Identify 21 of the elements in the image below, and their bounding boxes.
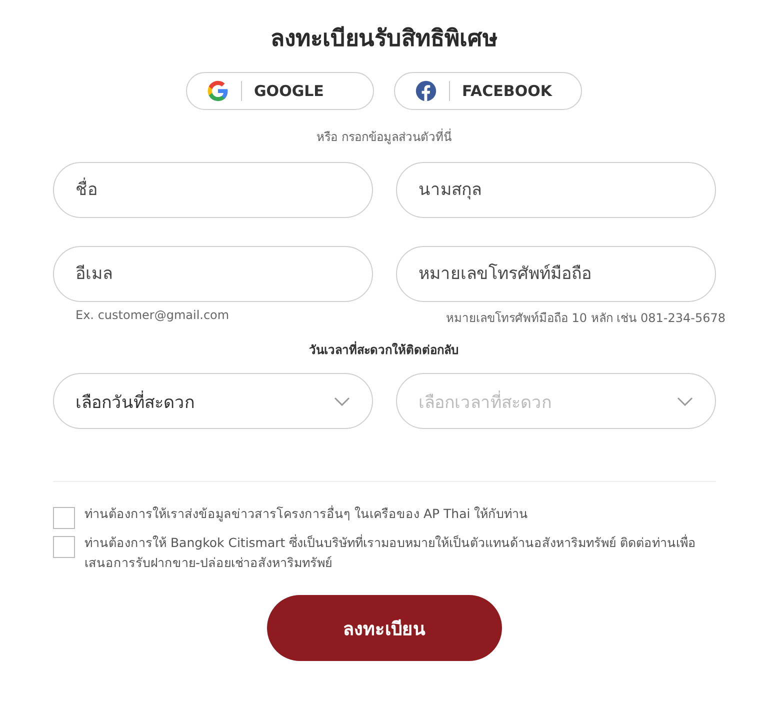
section-label: วันเวลาที่สะดวกให้ติดต่อกลับ <box>309 340 459 359</box>
chevron-down-icon <box>334 396 350 406</box>
consent-text: ท่านต้องการให้ Bangkok Citismart ซึ่งเป็นบริษัทที่เรามอบหมายให้เป็นตัวแทนด้านอสังหาริมทรัพย์ ติดต่อท่านเพื่อเสนอการรับฝากขาย-ปล่อยเช่าอสังหาริมทรัพย์ <box>84 533 698 572</box>
input-field[interactable]: อีเมล <box>52 246 372 302</box>
facebook-icon <box>415 80 437 102</box>
dropdown[interactable]: เลือกวันที่สะดวก <box>52 373 372 429</box>
consent-text: ท่านต้องการให้เราส่งข้อมูลข่าวสารโครงการอื่นๆ ในเครือของ AP Thai ให้กับท่าน <box>84 504 528 524</box>
facebook-button[interactable]: FACEBOOK <box>394 72 582 110</box>
divider-text: หรือ กรอกข้อมูลส่วนตัวที่นี่ <box>316 128 452 146</box>
form-title: ลงทะเบียนรับสิทธิพิเศษ <box>270 25 498 54</box>
checkbox[interactable] <box>52 507 74 529</box>
input-field[interactable]: หมายเลขโทรศัพท์มือถือ <box>396 246 716 302</box>
google-icon <box>207 80 229 102</box>
hint-text: Ex. customer@gmail.com <box>76 308 230 322</box>
checkbox[interactable] <box>52 536 74 558</box>
input-field[interactable]: ชื่อ <box>52 162 372 218</box>
hint-text: หมายเลขโทรศัพท์มือถือ 10 หลัก เช่น 081-234-5678 <box>444 310 726 327</box>
google-button[interactable]: GOOGLE <box>186 72 374 110</box>
register-button[interactable]: ลงทะเบียน <box>266 595 502 661</box>
chevron-down-icon <box>676 396 692 406</box>
input-field[interactable]: นามสกุล <box>396 162 716 218</box>
